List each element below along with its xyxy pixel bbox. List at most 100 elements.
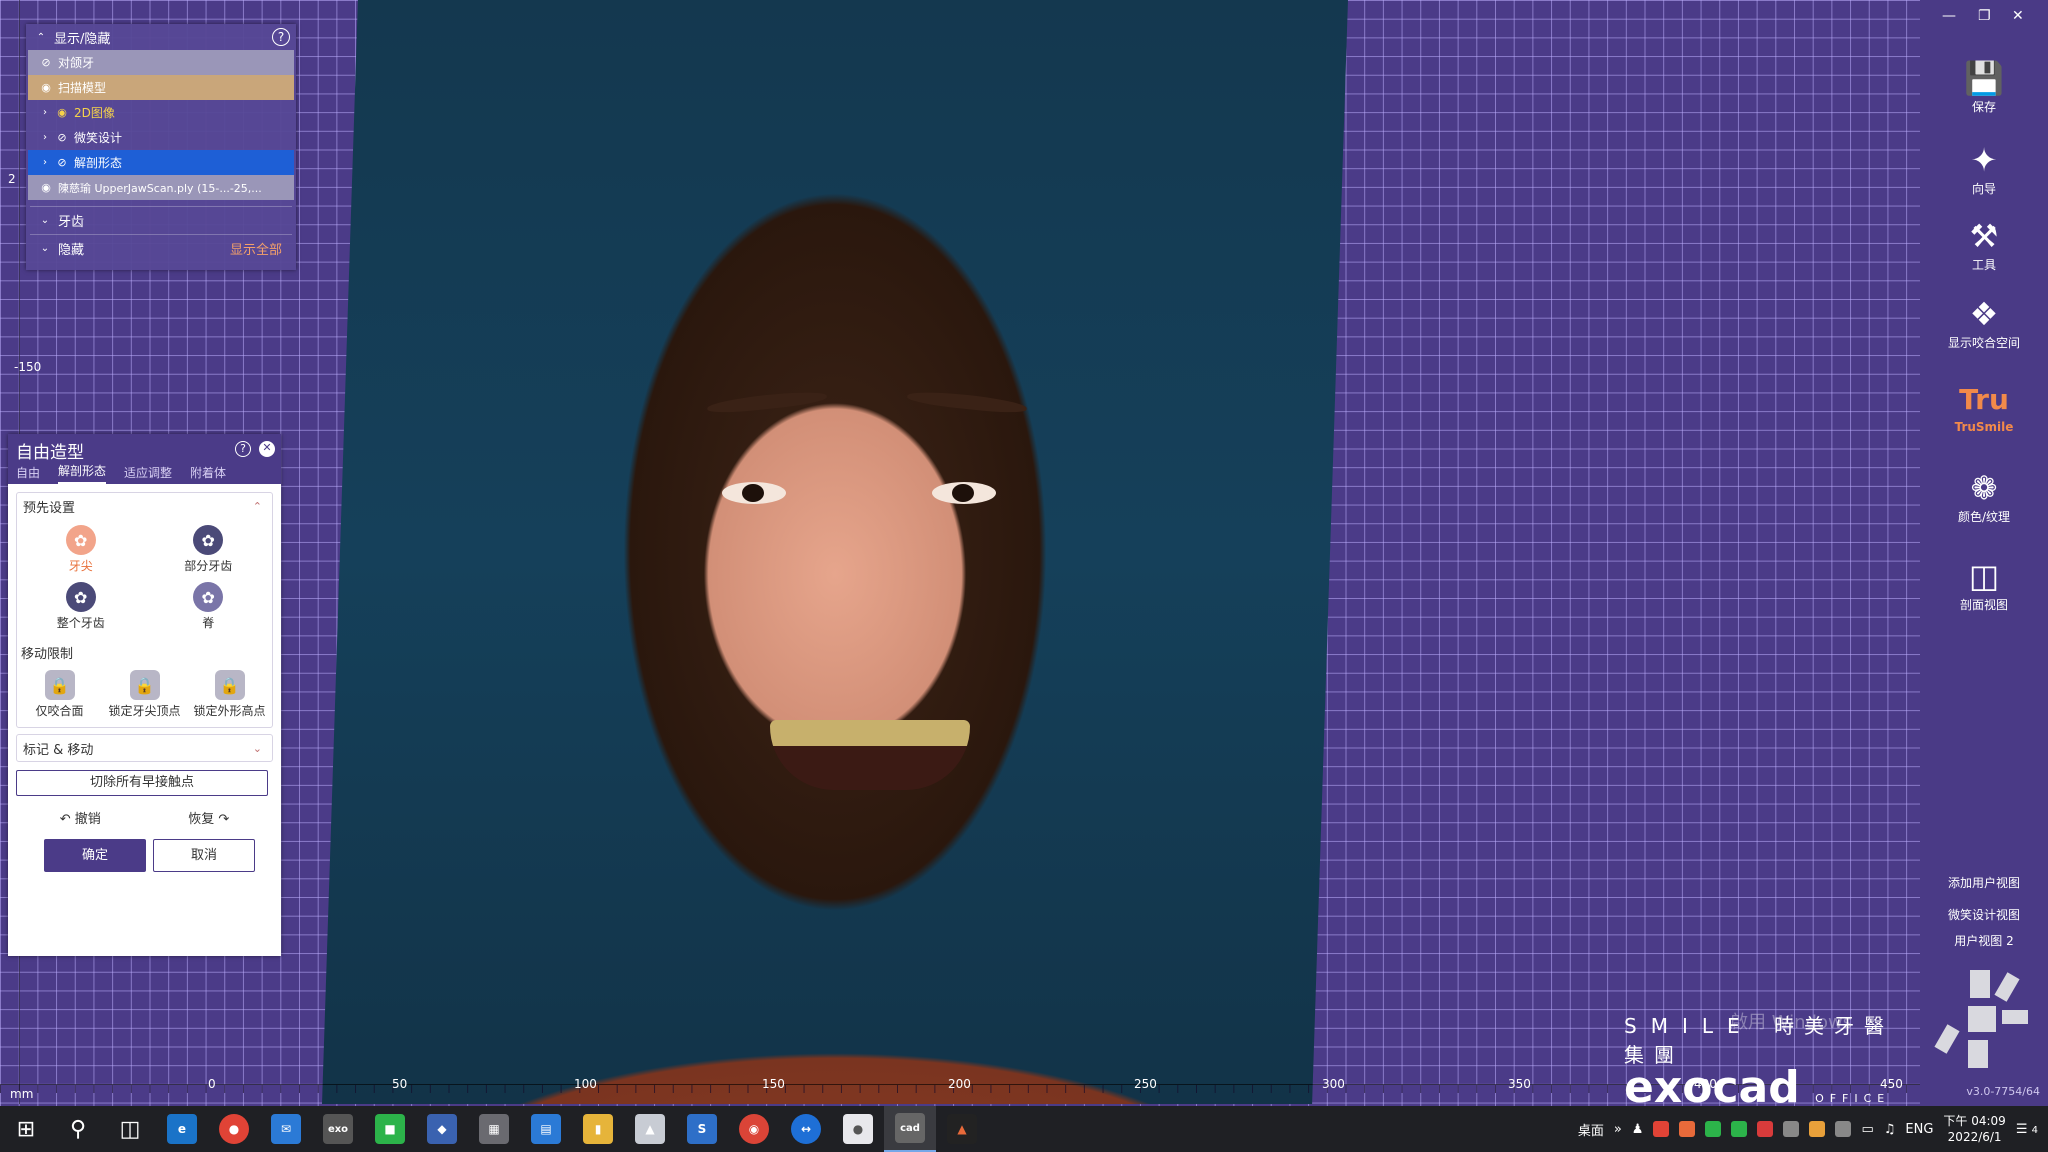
wechat-icon[interactable] <box>1705 1121 1722 1137</box>
eye-icon[interactable]: ◉ <box>38 181 54 194</box>
presets-header[interactable]: 预先设置 ⌃ <box>17 493 272 519</box>
cube-face[interactable] <box>1994 972 2020 1002</box>
minimize-icon[interactable]: — <box>1942 8 1956 24</box>
navigation-cube[interactable] <box>1934 966 2030 1076</box>
tray-app-icon[interactable] <box>1653 1121 1670 1137</box>
smile-design-view-button[interactable]: 微笑设计视图 <box>1920 906 2048 923</box>
save-button[interactable]: 💾 保存 <box>1920 58 2048 115</box>
preset-partial-tooth[interactable]: ✿ 部分牙齿 <box>145 525 273 574</box>
eye-icon[interactable]: ◉ <box>54 106 70 119</box>
cube-face[interactable] <box>1968 1040 1988 1068</box>
teamviewer-icon[interactable]: ↔ <box>780 1106 832 1152</box>
tray-app-icon[interactable] <box>1783 1121 1800 1137</box>
calendar-icon[interactable]: ▤ <box>520 1106 572 1152</box>
tray-app-icon[interactable] <box>1809 1121 1826 1137</box>
layer-upper-jaw-scan[interactable]: ◉ 陳慈瑜 UpperJawScan.ply (15-...-25,... <box>28 175 294 200</box>
eye-icon[interactable]: ◉ <box>38 81 54 94</box>
windows-start-icon[interactable]: ⊞ <box>0 1106 52 1152</box>
volume-icon[interactable]: ♫ <box>1884 1122 1896 1137</box>
tab-anatomy[interactable]: 解剖形态 <box>58 462 107 484</box>
remove-premature-contacts-button[interactable]: 切除所有早接触点 <box>16 770 268 796</box>
search-icon[interactable]: ⚲ <box>52 1106 104 1152</box>
restore-icon[interactable]: ❐ <box>1978 8 1991 24</box>
add-user-view-button[interactable]: 添加用户视图 <box>1920 874 2048 891</box>
chrome-icon[interactable]: ● <box>208 1106 260 1152</box>
cancel-button[interactable]: 取消 <box>153 839 255 872</box>
redo-button[interactable]: 恢复 ↷ <box>188 808 229 827</box>
exocad-app-icon[interactable]: exo <box>312 1106 364 1152</box>
show-hide-header[interactable]: ⌃ 显示/隐藏 ? <box>26 24 296 50</box>
eye-hidden-icon[interactable]: ⊘ <box>54 131 70 144</box>
app-icon[interactable]: ▲ <box>936 1106 988 1152</box>
input-language[interactable]: ENG <box>1905 1122 1933 1137</box>
desktop-toolbar[interactable]: 桌面 <box>1578 1120 1604 1139</box>
ok-button[interactable]: 确定 <box>44 839 146 872</box>
close-icon[interactable]: ✕ <box>259 441 275 457</box>
color-texture-button[interactable]: ❁ 颜色/纹理 <box>1920 468 2048 525</box>
app-icon[interactable]: ▲ <box>624 1106 676 1152</box>
preset-whole-tooth[interactable]: ✿ 整个牙齿 <box>17 582 145 631</box>
task-view-icon[interactable]: ◫ <box>104 1106 156 1152</box>
preset-cusp[interactable]: ✿ 牙尖 <box>17 525 145 574</box>
undo-button[interactable]: ↶ 撤销 <box>60 808 101 827</box>
layer-scan-model[interactable]: ◉ 扫描模型 <box>28 75 294 100</box>
cube-face[interactable] <box>2002 1010 2028 1024</box>
network-icon[interactable]: ▭ <box>1861 1122 1873 1137</box>
chrome-icon[interactable]: ◉ <box>728 1106 780 1152</box>
close-window-icon[interactable]: ✕ <box>2012 8 2024 24</box>
cube-face[interactable] <box>1968 1006 1996 1032</box>
occlusal-space-button[interactable]: ❖ 显示咬合空间 <box>1920 294 2048 351</box>
app-icon[interactable]: S <box>676 1106 728 1152</box>
help-icon[interactable]: ? <box>235 441 251 457</box>
chevron-right-icon[interactable]: › <box>38 157 52 168</box>
mark-move-box[interactable]: 标记 & 移动 ⌄ <box>16 734 273 762</box>
file-explorer-icon[interactable]: ▮ <box>572 1106 624 1152</box>
tab-free[interactable]: 自由 <box>16 464 40 484</box>
help-icon[interactable]: ? <box>272 28 290 46</box>
lock-height-of-contour[interactable]: 🔒 锁定外形高点 <box>187 670 272 719</box>
trusmile-button[interactable]: Tru TruSmile <box>1920 380 2048 434</box>
calculator-icon[interactable]: ▦ <box>468 1106 520 1152</box>
line-app-icon[interactable]: ■ <box>364 1106 416 1152</box>
eye-hidden-icon[interactable]: ⊘ <box>54 156 70 169</box>
tray-app-icon[interactable] <box>1679 1121 1696 1137</box>
chevron-up-icon[interactable]: ⌃ <box>253 500 262 513</box>
cube-face[interactable] <box>1970 970 1990 998</box>
tools-button[interactable]: ⚒ 工具 <box>1920 216 2048 273</box>
layer-smile-design[interactable]: › ⊘ 微笑设计 <box>28 125 294 150</box>
section-teeth[interactable]: ⌄ 牙齿 <box>30 206 292 234</box>
left-eyebrow <box>706 388 828 416</box>
layer-2d-image[interactable]: › ◉ 2D图像 <box>28 100 294 125</box>
app-icon[interactable]: ◆ <box>416 1106 468 1152</box>
tab-attachments[interactable]: 附着体 <box>190 464 226 484</box>
chevron-right-icon[interactable]: › <box>38 107 52 118</box>
preset-ridge[interactable]: ✿ 脊 <box>145 582 273 631</box>
tooth-app-icon[interactable]: ● <box>832 1106 884 1152</box>
section-hidden[interactable]: ⌄ 隐藏 显示全部 <box>30 234 292 262</box>
edge-browser-icon[interactable]: e <box>156 1106 208 1152</box>
line-tray-icon[interactable] <box>1731 1121 1748 1137</box>
tray-app-icon[interactable] <box>1757 1121 1774 1137</box>
clock[interactable]: 下午 04:09 2022/6/1 <box>1943 1113 2005 1145</box>
tray-app-icon[interactable] <box>1835 1121 1852 1137</box>
chevron-right-icon[interactable]: » <box>1614 1122 1622 1137</box>
notification-center-icon[interactable]: ☰ 4 <box>2016 1122 2038 1137</box>
occlusal-only[interactable]: 🔒 仅咬合面 <box>17 670 102 719</box>
tab-adapt[interactable]: 适应调整 <box>124 464 172 484</box>
show-all-link[interactable]: 显示全部 <box>230 239 282 258</box>
user-view-2-button[interactable]: 用户视图 2 <box>1920 932 2048 949</box>
freeform-panel: 自由造型 ? ✕ 自由 解剖形态 适应调整 附着体 预先设置 ⌃ ✿ 牙尖 ✿ … <box>8 434 281 956</box>
chevron-right-icon[interactable]: › <box>38 132 52 143</box>
lock-cusp-tips[interactable]: 🔒 锁定牙尖顶点 <box>102 670 187 719</box>
cube-face[interactable] <box>1934 1024 1960 1054</box>
exocad-cad-icon[interactable]: cad <box>884 1106 936 1152</box>
layer-anatomy[interactable]: › ⊘ 解剖形态 <box>28 150 294 175</box>
eye-hidden-icon[interactable]: ⊘ <box>38 56 54 69</box>
chevron-down-icon[interactable]: ⌄ <box>253 742 262 755</box>
wizard-button[interactable]: ✦ 向导 <box>1920 140 2048 197</box>
mail-icon[interactable]: ✉ <box>260 1106 312 1152</box>
section-view-button[interactable]: ◫ 剖面视图 <box>1920 556 2048 613</box>
people-icon[interactable]: ♟ <box>1632 1122 1644 1137</box>
layer-antagonist[interactable]: ⊘ 对颌牙 <box>28 50 294 75</box>
3d-viewport[interactable]: 2 -150 mm 0 50 100 150 200 250 300 350 4… <box>0 0 1920 1106</box>
